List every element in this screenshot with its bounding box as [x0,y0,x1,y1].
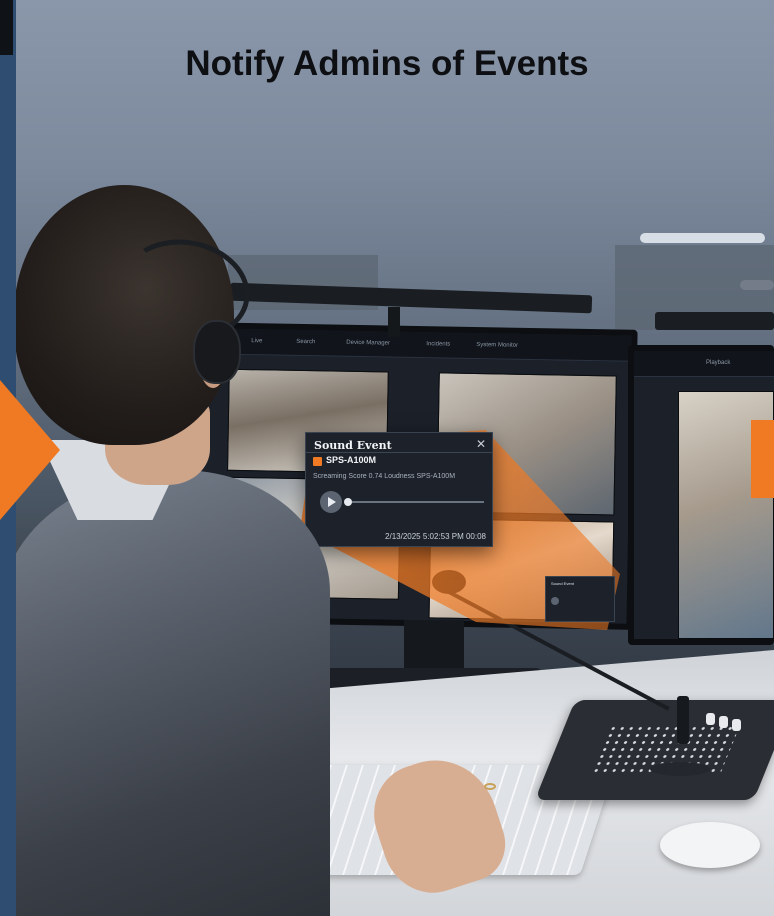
vms-topbar: Playback [634,351,774,377]
hero-scene: Live Search Device Manager Incidents Sys… [0,0,774,916]
popup-divider [306,452,492,453]
play-icon[interactable] [320,491,342,513]
ceiling-light [640,233,765,243]
event-description: Screaming Score 0.74 Loudness SPS-A100M [313,473,456,480]
console-knob [706,713,715,725]
console-knob [732,719,741,731]
page-title: Notify Admins of Events [185,44,589,83]
popup-title: Sound Event [314,439,392,452]
vms-menu-item[interactable]: Live [251,338,262,344]
vms-menu-item[interactable]: Search [296,339,315,345]
vms-topbar: Live Search Device Manager Incidents Sys… [201,328,632,362]
seek-handle[interactable] [344,498,352,506]
mini-popup-title: Sound Event [551,581,574,586]
microphone-post [677,696,689,744]
device-badge-icon [313,457,322,466]
operator-body [0,470,330,916]
monitor-lamp [655,312,774,330]
console-knob [719,716,728,728]
previous-arrow-icon[interactable] [0,380,60,520]
lamp-arm [388,307,400,337]
vms-menu-item[interactable]: System Monitor [476,342,518,349]
headphone-icon [193,320,241,384]
vms-menu-item[interactable]: Device Manager [346,340,390,347]
mouse [660,822,760,868]
microphone-base [650,762,710,776]
mini-play-icon[interactable] [551,597,559,605]
orange-marker [751,420,774,498]
vms-menu-item[interactable]: Incidents [426,341,450,347]
event-timestamp: 2/13/2025 5:02:53 PM 00:08 [385,532,486,541]
device-name: SPS-A100M [326,455,377,465]
vms-menu-item[interactable]: Playback [706,360,730,366]
close-icon[interactable]: ✕ [476,437,486,451]
sound-event-popup[interactable]: Sound Event ✕ SPS-A100M Screaming Score … [305,432,493,547]
mini-sound-event-popup[interactable]: Sound Event [545,576,615,622]
ring [484,783,496,790]
seek-track[interactable] [346,501,484,503]
